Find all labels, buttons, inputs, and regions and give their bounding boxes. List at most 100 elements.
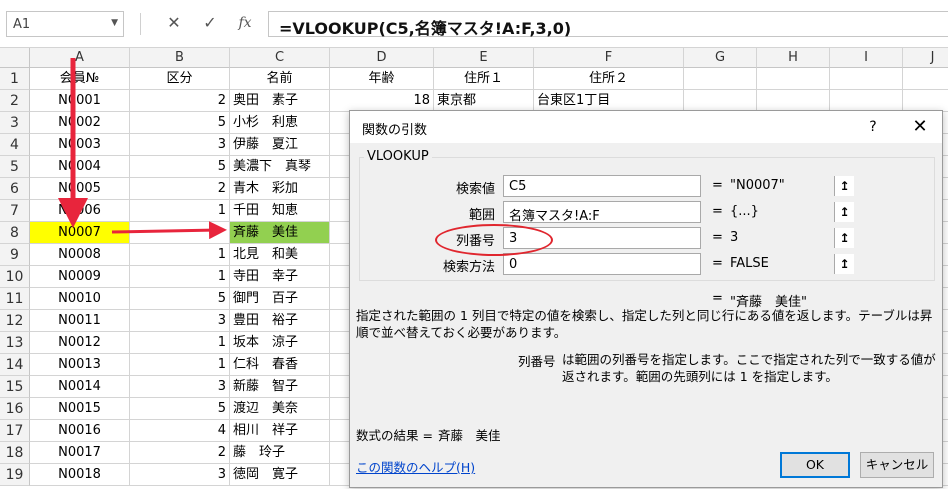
table-cell[interactable]: 5 — [130, 112, 230, 134]
table-cell[interactable]: 4 — [130, 420, 230, 442]
table-cell[interactable]: N0009 — [30, 266, 130, 288]
table-cell[interactable]: 3 — [130, 134, 230, 156]
table-cell[interactable]: 新藤 智子 — [230, 376, 330, 398]
table-cell[interactable]: N0004 — [30, 156, 130, 178]
table-cell[interactable]: 年齢 — [330, 68, 434, 90]
table-cell[interactable]: 相川 祥子 — [230, 420, 330, 442]
table-cell[interactable]: 住所２ — [534, 68, 684, 90]
table-cell[interactable]: 北見 和美 — [230, 244, 330, 266]
table-cell[interactable]: 美濃下 真琴 — [230, 156, 330, 178]
table-cell[interactable]: 1 — [130, 266, 230, 288]
row-header[interactable]: 9 — [0, 244, 30, 266]
collapse-dialog-icon[interactable]: ↥ — [834, 202, 854, 222]
close-icon[interactable]: ✕ — [908, 115, 932, 139]
table-cell[interactable]: 伊藤 夏江 — [230, 134, 330, 156]
table-cell[interactable]: 住所１ — [434, 68, 534, 90]
table-cell[interactable]: N0005 — [30, 178, 130, 200]
table-cell[interactable]: 徳岡 寛子 — [230, 464, 330, 486]
column-header-d[interactable]: D — [330, 48, 434, 68]
row-header[interactable]: 10 — [0, 266, 30, 288]
table-cell[interactable]: 1 — [130, 244, 230, 266]
table-cell[interactable]: 3 — [130, 464, 230, 486]
column-header-j[interactable]: J — [903, 48, 948, 68]
row-header[interactable]: 15 — [0, 376, 30, 398]
enter-icon[interactable]: ✓ — [199, 12, 221, 34]
cancel-button[interactable]: キャンセル — [860, 452, 934, 478]
argument-input[interactable]: C5 ↥ — [503, 175, 854, 197]
table-cell[interactable]: N0018 — [30, 464, 130, 486]
row-header[interactable]: 3 — [0, 112, 30, 134]
table-cell[interactable]: 斉藤 美佳 — [230, 222, 330, 244]
table-cell[interactable] — [903, 68, 948, 90]
table-cell[interactable] — [757, 68, 830, 90]
table-cell[interactable]: 名前 — [230, 68, 330, 90]
table-cell[interactable] — [903, 90, 948, 112]
table-cell[interactable]: N0011 — [30, 310, 130, 332]
table-cell[interactable]: N0012 — [30, 332, 130, 354]
table-cell[interactable]: 寺田 幸子 — [230, 266, 330, 288]
table-cell[interactable]: 1 — [130, 332, 230, 354]
table-cell[interactable]: N0002 — [30, 112, 130, 134]
table-cell[interactable]: 豊田 裕子 — [230, 310, 330, 332]
table-cell[interactable]: 渡辺 美奈 — [230, 398, 330, 420]
column-header-c[interactable]: C — [230, 48, 330, 68]
row-header[interactable]: 1 — [0, 68, 30, 90]
table-cell[interactable] — [830, 90, 903, 112]
table-cell[interactable]: N0010 — [30, 288, 130, 310]
table-cell[interactable]: N0014 — [30, 376, 130, 398]
table-cell[interactable] — [757, 90, 830, 112]
select-all-corner[interactable] — [0, 48, 30, 68]
table-cell[interactable]: 台東区1丁目 — [534, 90, 684, 112]
name-box[interactable]: A1 ▼ — [6, 11, 124, 37]
table-cell[interactable]: 5 — [130, 156, 230, 178]
column-header-g[interactable]: G — [684, 48, 757, 68]
collapse-dialog-icon[interactable]: ↥ — [834, 176, 854, 196]
table-cell[interactable]: 会員№ — [30, 68, 130, 90]
table-cell[interactable]: 3 — [130, 310, 230, 332]
chevron-down-icon[interactable]: ▼ — [111, 18, 118, 28]
help-link[interactable]: この関数のヘルプ(H) — [356, 457, 475, 476]
table-cell[interactable]: 東京都 — [434, 90, 534, 112]
row-header[interactable]: 14 — [0, 354, 30, 376]
table-cell[interactable]: 2 — [130, 90, 230, 112]
table-cell[interactable]: 坂本 涼子 — [230, 332, 330, 354]
column-header-a[interactable]: A — [30, 48, 130, 68]
row-header[interactable]: 17 — [0, 420, 30, 442]
table-cell[interactable]: 2 — [130, 442, 230, 464]
table-cell[interactable]: 1 — [130, 354, 230, 376]
table-cell[interactable]: 御門 百子 — [230, 288, 330, 310]
row-header[interactable]: 2 — [0, 90, 30, 112]
row-header[interactable]: 19 — [0, 464, 30, 486]
row-header[interactable]: 11 — [0, 288, 30, 310]
table-cell[interactable]: N0001 — [30, 90, 130, 112]
table-cell[interactable] — [130, 222, 230, 244]
table-cell[interactable]: 18 — [330, 90, 434, 112]
column-header-h[interactable]: H — [757, 48, 830, 68]
table-cell[interactable]: 区分 — [130, 68, 230, 90]
table-cell[interactable]: N0006 — [30, 200, 130, 222]
argument-input[interactable]: 名簿マスタ!A:F ↥ — [503, 201, 854, 224]
table-cell[interactable]: 2 — [130, 178, 230, 200]
table-cell[interactable]: 千田 知恵 — [230, 200, 330, 222]
table-cell[interactable]: N0015 — [30, 398, 130, 420]
table-cell[interactable]: 藤 玲子 — [230, 442, 330, 464]
table-cell[interactable]: N0017 — [30, 442, 130, 464]
collapse-dialog-icon[interactable]: ↥ — [834, 254, 854, 274]
row-header[interactable]: 8 — [0, 222, 30, 244]
table-cell[interactable] — [830, 68, 903, 90]
help-icon[interactable]: ? — [862, 116, 884, 138]
table-cell[interactable]: 奥田 素子 — [230, 90, 330, 112]
column-header-i[interactable]: I — [830, 48, 903, 68]
table-cell[interactable] — [684, 68, 757, 90]
row-header[interactable]: 4 — [0, 134, 30, 156]
table-cell[interactable]: 5 — [130, 288, 230, 310]
table-cell[interactable]: N0003 — [30, 134, 130, 156]
row-header[interactable]: 12 — [0, 310, 30, 332]
table-cell[interactable]: N0008 — [30, 244, 130, 266]
table-cell[interactable]: 1 — [130, 200, 230, 222]
row-header[interactable]: 5 — [0, 156, 30, 178]
column-header-f[interactable]: F — [534, 48, 684, 68]
table-cell[interactable]: N0013 — [30, 354, 130, 376]
ok-button[interactable]: OK — [780, 452, 850, 478]
table-cell[interactable]: 5 — [130, 398, 230, 420]
